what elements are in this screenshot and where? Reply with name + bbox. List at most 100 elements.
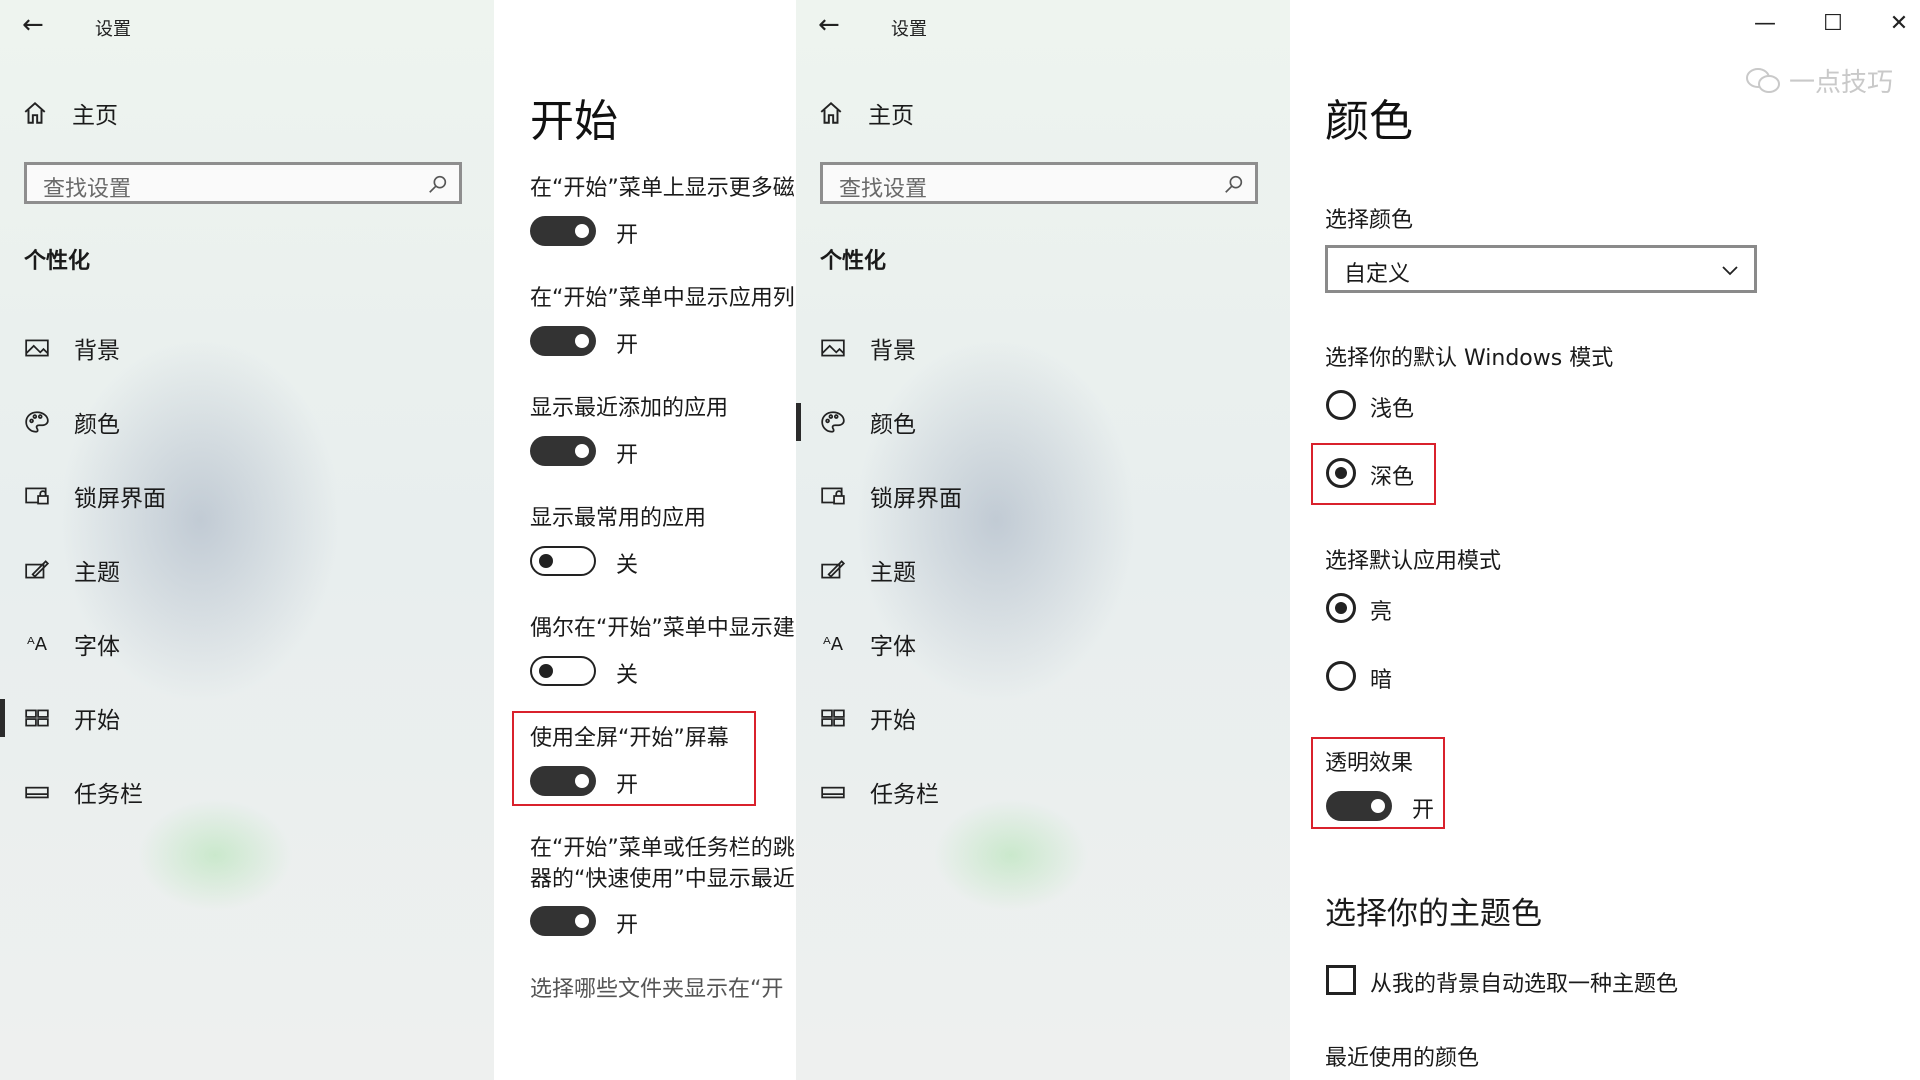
window-title: 设置 (891, 19, 927, 40)
minimize-button[interactable]: — (1750, 8, 1780, 38)
toggle-switch[interactable] (530, 216, 596, 246)
close-button[interactable]: ✕ (1884, 8, 1914, 38)
sidebar-item-label: 字体 (74, 634, 120, 660)
radio-label: 暗 (1370, 668, 1393, 693)
auto-accent-checkbox[interactable] (1326, 965, 1356, 995)
search-input[interactable]: 查找设置 (24, 162, 462, 204)
wechat-icon (1746, 67, 1780, 93)
lock-screen-icon (25, 487, 49, 505)
page-title: 开始 (530, 96, 618, 147)
sidebar-item-label: 开始 (870, 708, 916, 734)
radio-label: 深色 (1370, 465, 1415, 490)
sidebar-item-start[interactable]: 开始 (0, 688, 494, 748)
home-nav-item[interactable]: 主页 (818, 96, 914, 130)
sidebar-item-colors[interactable]: 颜色 (796, 392, 1290, 452)
theme-icon (821, 560, 846, 579)
toggle-switch[interactable] (530, 656, 596, 686)
setting-label: 在“开始”菜单上显示更多磁 (530, 176, 795, 201)
toggle-switch[interactable] (530, 326, 596, 356)
start-settings-page: 开始 在“开始”菜单上显示更多磁 开 在“开始”菜单中显示应用列 开 显示最近添… (494, 0, 796, 1080)
sidebar-item-background[interactable]: 背景 (796, 318, 1290, 378)
palette-icon (25, 411, 49, 433)
back-arrow-icon[interactable]: ← (22, 10, 44, 40)
minimize-icon: — (1754, 10, 1776, 36)
picture-icon (25, 339, 49, 357)
radio-app-dark[interactable] (1326, 661, 1356, 691)
sidebar-item-fonts[interactable]: ᴬA 字体 (796, 614, 1290, 674)
setting-label: 偶尔在“开始”菜单中显示建 (530, 616, 795, 641)
window-title: 设置 (95, 19, 131, 40)
sidebar-item-colors[interactable]: 颜色 (0, 392, 494, 452)
setting-label: 显示最近添加的应用 (530, 396, 729, 421)
toggle-state: 关 (616, 663, 639, 688)
toggle-state: 开 (616, 333, 639, 358)
home-label: 主页 (72, 103, 118, 129)
toggle-switch[interactable] (530, 546, 596, 576)
sidebar-item-lock-screen[interactable]: 锁屏界面 (796, 466, 1290, 526)
sidebar-item-taskbar[interactable]: 任务栏 (0, 762, 494, 822)
setting-label: 在“开始”菜单中显示应用列 (530, 286, 795, 311)
font-icon: ᴬA (822, 633, 844, 655)
home-icon (820, 101, 842, 124)
transparency-toggle[interactable] (1326, 791, 1392, 821)
radio-label: 亮 (1370, 600, 1393, 625)
dropdown-value: 自定义 (1344, 262, 1411, 287)
close-icon: ✕ (1889, 10, 1909, 36)
sidebar-item-themes[interactable]: 主题 (0, 540, 494, 600)
choose-color-dropdown[interactable]: 自定义 (1325, 245, 1757, 293)
toggle-switch[interactable] (530, 766, 596, 796)
toggle-switch[interactable] (530, 436, 596, 466)
radio-dark-mode[interactable] (1326, 458, 1356, 488)
sidebar-item-fonts[interactable]: ᴬA 字体 (0, 614, 494, 674)
toggle-state: 开 (616, 773, 639, 798)
radio-app-light[interactable] (1326, 593, 1356, 623)
sidebar-item-label: 开始 (74, 708, 120, 734)
radio-label: 浅色 (1370, 397, 1415, 422)
page-title: 颜色 (1325, 96, 1413, 147)
sidebar-item-label: 锁屏界面 (870, 486, 962, 512)
sidebar-item-start[interactable]: 开始 (796, 688, 1290, 748)
sidebar-item-themes[interactable]: 主题 (796, 540, 1290, 600)
maximize-button[interactable]: ☐ (1818, 8, 1848, 38)
radio-light-mode[interactable] (1326, 390, 1356, 420)
font-icon: ᴬA (26, 633, 48, 655)
section-title: 个性化 (24, 249, 91, 274)
search-placeholder: 查找设置 (839, 177, 928, 202)
transparency-label: 透明效果 (1325, 751, 1414, 776)
choose-folders-link[interactable]: 选择哪些文件夹显示在“开 (530, 971, 783, 1003)
taskbar-icon (25, 786, 49, 799)
search-input[interactable]: 查找设置 (820, 162, 1258, 204)
home-icon (24, 101, 46, 124)
toggle-switch[interactable] (530, 906, 596, 936)
setting-label: 器的“快速使用”中显示最近 (530, 867, 795, 892)
sidebar-item-lock-screen[interactable]: 锁屏界面 (0, 466, 494, 526)
search-placeholder: 查找设置 (43, 177, 132, 202)
sidebar-item-label: 主题 (74, 560, 120, 586)
search-icon[interactable] (1223, 173, 1245, 195)
palette-icon (821, 411, 845, 433)
home-nav-item[interactable]: 主页 (22, 96, 118, 130)
sidebar-item-label: 颜色 (870, 412, 916, 438)
search-icon[interactable] (427, 173, 449, 195)
sidebar-item-taskbar[interactable]: 任务栏 (796, 762, 1290, 822)
sidebar-item-label: 背景 (74, 338, 120, 364)
toggle-state: 关 (616, 553, 639, 578)
back-arrow-icon[interactable]: ← (818, 10, 840, 40)
color-settings-page: 颜色 选择颜色 自定义 选择你的默认 Windows 模式 浅色 深色 选择默认… (1290, 0, 1920, 1080)
toggle-state: 开 (1412, 798, 1435, 823)
active-indicator (796, 403, 801, 441)
accent-heading: 选择你的主题色 (1325, 896, 1542, 932)
setting-label: 在“开始”菜单或任务栏的跳 (530, 836, 795, 861)
chevron-down-icon (1722, 266, 1738, 276)
setting-label: 显示最常用的应用 (530, 506, 707, 531)
toggle-state: 开 (616, 913, 639, 938)
toggle-state: 开 (616, 223, 639, 248)
watermark-text: 一点技巧 (1789, 68, 1894, 98)
picture-icon (821, 339, 845, 357)
watermark: 一点技巧 (1745, 62, 1893, 99)
sidebar-item-label: 任务栏 (870, 782, 939, 808)
right-settings-sidebar: ← 设置 主页 查找设置 个性化 背景 颜色 锁屏界面 主题 ᴬA 字体 开始 … (796, 0, 1290, 1080)
active-indicator (0, 699, 5, 737)
sidebar-item-background[interactable]: 背景 (0, 318, 494, 378)
home-label: 主页 (868, 103, 914, 129)
